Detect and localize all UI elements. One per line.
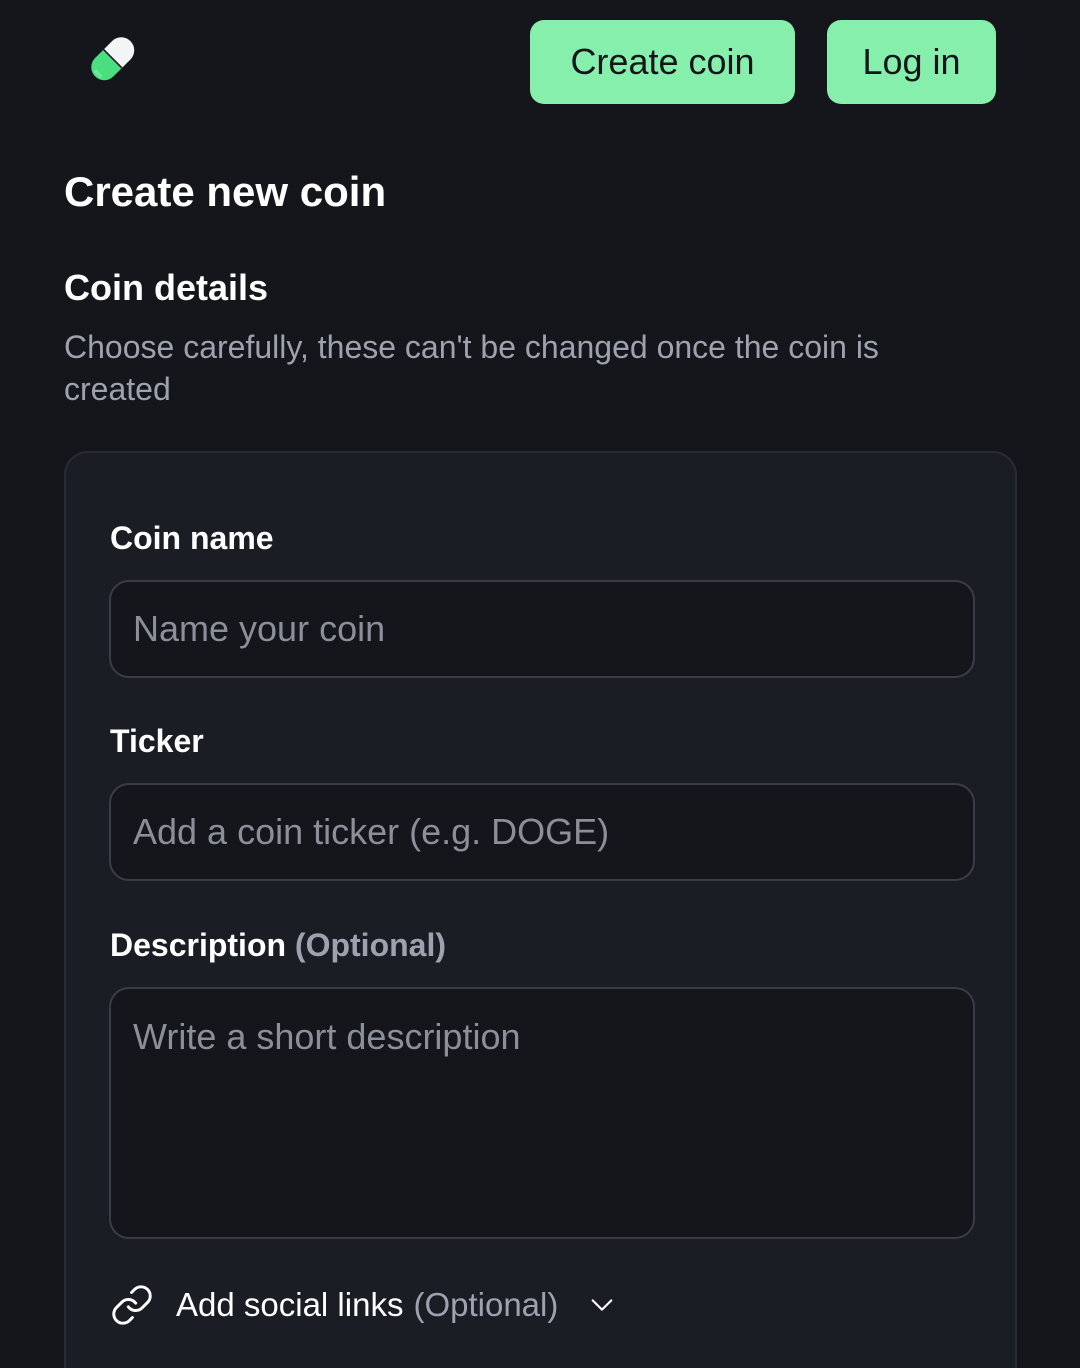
- ticker-input[interactable]: [109, 783, 975, 881]
- coin-name-label-text: Coin name: [110, 520, 274, 556]
- login-button[interactable]: Log in: [827, 20, 996, 104]
- coin-name-input[interactable]: [109, 580, 975, 678]
- description-label: Description (Optional): [110, 927, 446, 964]
- pill-icon[interactable]: [88, 34, 146, 92]
- ticker-label-text: Ticker: [110, 723, 204, 759]
- chevron-down-icon: [588, 1291, 616, 1319]
- create-coin-page: Create coin Log in Create new coin Coin …: [0, 0, 1080, 1368]
- section-description: Choose carefully, these can't be changed…: [64, 329, 879, 407]
- description-optional-tag: (Optional): [294, 927, 446, 963]
- create-coin-button[interactable]: Create coin: [530, 20, 795, 104]
- page-title: Create new coin: [64, 168, 387, 215]
- description-label-text: Description: [110, 927, 287, 963]
- social-links-label: Add social links: [176, 1286, 404, 1323]
- ticker-label: Ticker: [110, 723, 204, 760]
- header: Create coin Log in: [0, 0, 1080, 125]
- description-textarea[interactable]: [109, 987, 975, 1239]
- social-links-optional-tag: (Optional): [413, 1286, 559, 1323]
- add-social-links-toggle[interactable]: Add social links (Optional): [110, 1281, 616, 1329]
- section-title: Coin details: [64, 267, 269, 308]
- link-icon: [110, 1283, 154, 1327]
- coin-details-card: Coin name Ticker Description (Optional) …: [64, 451, 1017, 1368]
- coin-name-label: Coin name: [110, 520, 274, 557]
